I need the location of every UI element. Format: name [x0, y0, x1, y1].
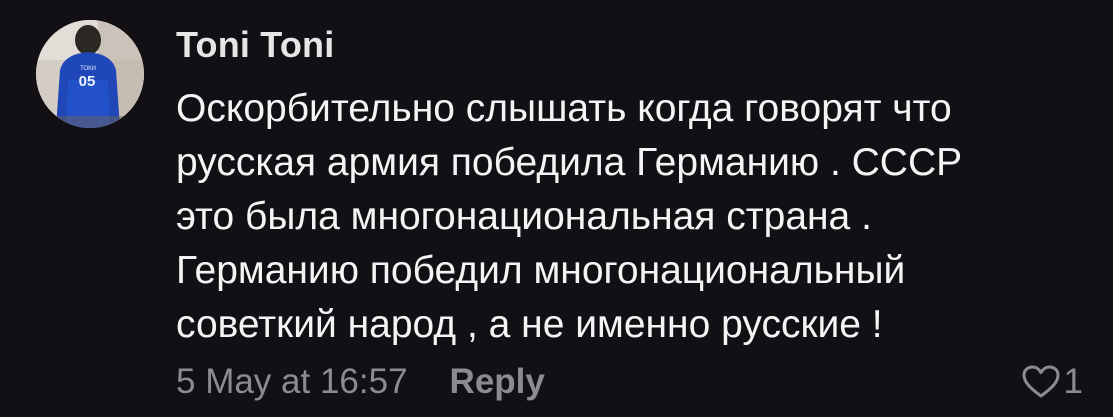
comment-author[interactable]: Toni Toni [176, 24, 334, 66]
like-button[interactable]: 1 [1022, 360, 1083, 404]
reply-button[interactable]: Reply [450, 362, 545, 402]
comment-text-line: это была многонациональная страна . [176, 195, 872, 238]
comment-meta: 5 May at 16:57 Reply [176, 360, 545, 404]
comment-text-line: Германию победил многонациональный [176, 249, 906, 292]
comment-text-line: советкий народ , а не именно русские ! [176, 303, 883, 346]
comment: ТОКИ 05 Toni Toni Оскорбительно слышать … [0, 0, 1113, 417]
avatar-jersey-text: ТОКИ [80, 66, 96, 72]
comment-timestamp: 5 May at 16:57 [176, 362, 408, 401]
comment-text: Оскорбительно слышать когда говорят что … [176, 82, 1076, 352]
like-count: 1 [1063, 362, 1083, 401]
comment-text-line: русская армия победила Германию . СССР [176, 141, 963, 184]
avatar[interactable]: ТОКИ 05 [36, 20, 144, 128]
heart-outline-icon [1022, 365, 1060, 398]
comment-text-line: Оскорбительно слышать когда говорят что [176, 87, 952, 130]
avatar-photo: ТОКИ 05 [36, 20, 144, 128]
avatar-jersey-number: 05 [79, 73, 96, 90]
